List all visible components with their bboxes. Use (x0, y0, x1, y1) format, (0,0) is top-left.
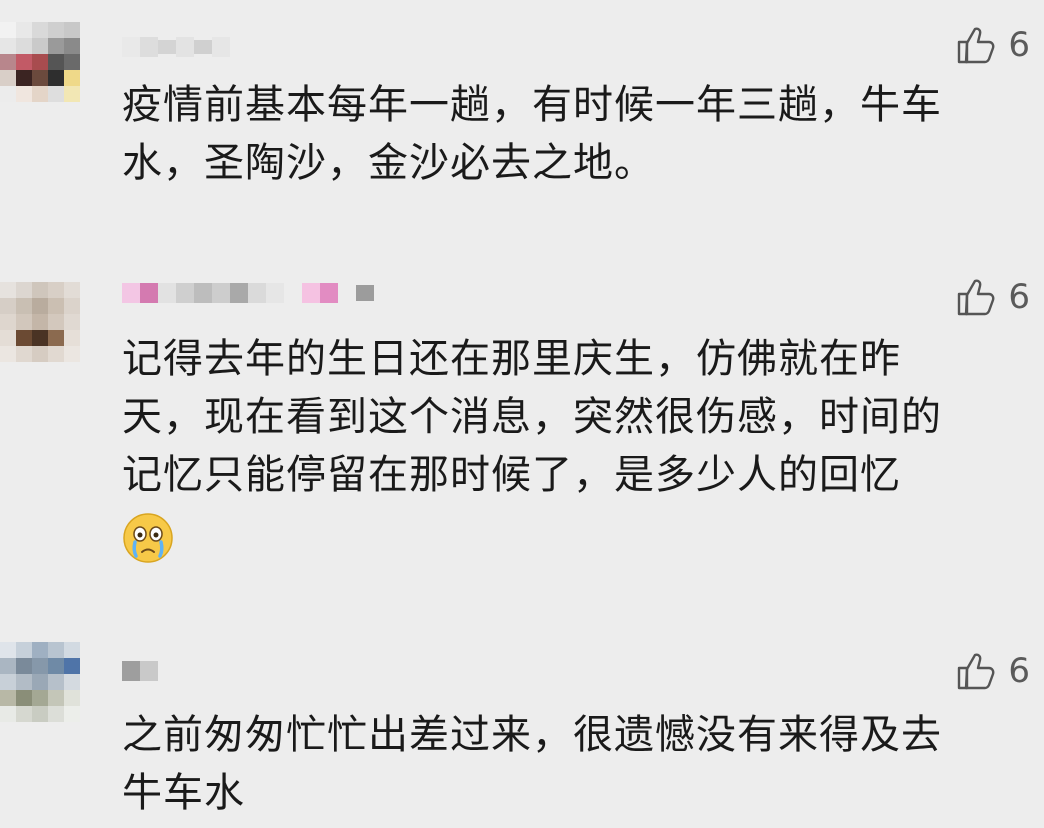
comment-text-line: 水，圣陶沙，金沙必去之地。 (122, 140, 655, 186)
comment-text-line: 天，现在看到这个消息，突然很伤感，时间的 (122, 394, 942, 440)
like-count: 6 (1008, 651, 1030, 691)
comment-text-line: 记得去年的生日还在那里庆生，仿佛就在昨 (122, 336, 901, 382)
like-button[interactable]: 6 (956, 278, 1030, 316)
comment-text: 疫情前基本每年一趟，有时候一年三趟，牛车 水，圣陶沙，金沙必去之地。 (122, 76, 1034, 192)
crying-face-emoji (122, 512, 174, 568)
like-button[interactable]: 6 (956, 26, 1030, 64)
avatar[interactable] (0, 282, 80, 362)
comment-text-line: 牛车水 (122, 770, 245, 816)
avatar[interactable] (0, 642, 80, 722)
thumbs-up-outline-icon (956, 26, 996, 64)
nickname-blurred[interactable] (122, 282, 374, 304)
thumbs-up-outline-icon (956, 278, 996, 316)
like-button[interactable]: 6 (956, 652, 1030, 690)
comment-text: 之前匆匆忙忙出差过来，很遗憾没有来得及去 牛车水 (122, 706, 1034, 822)
nickname-blurred[interactable] (122, 660, 158, 682)
comment-text-line: 疫情前基本每年一趟，有时候一年三趟，牛车 (122, 82, 942, 128)
thumbs-up-outline-icon (956, 652, 996, 690)
comment-text-line: 记忆只能停留在那时候了，是多少人的回忆 (122, 452, 901, 498)
avatar[interactable] (0, 22, 80, 102)
like-count: 6 (1008, 25, 1030, 65)
comment-text: 记得去年的生日还在那里庆生，仿佛就在昨 天，现在看到这个消息，突然很伤感，时间的… (122, 330, 1034, 504)
comment-text-line: 之前匆匆忙忙出差过来，很遗憾没有来得及去 (122, 712, 942, 758)
like-count: 6 (1008, 277, 1030, 317)
nickname-blurred[interactable] (122, 36, 230, 58)
